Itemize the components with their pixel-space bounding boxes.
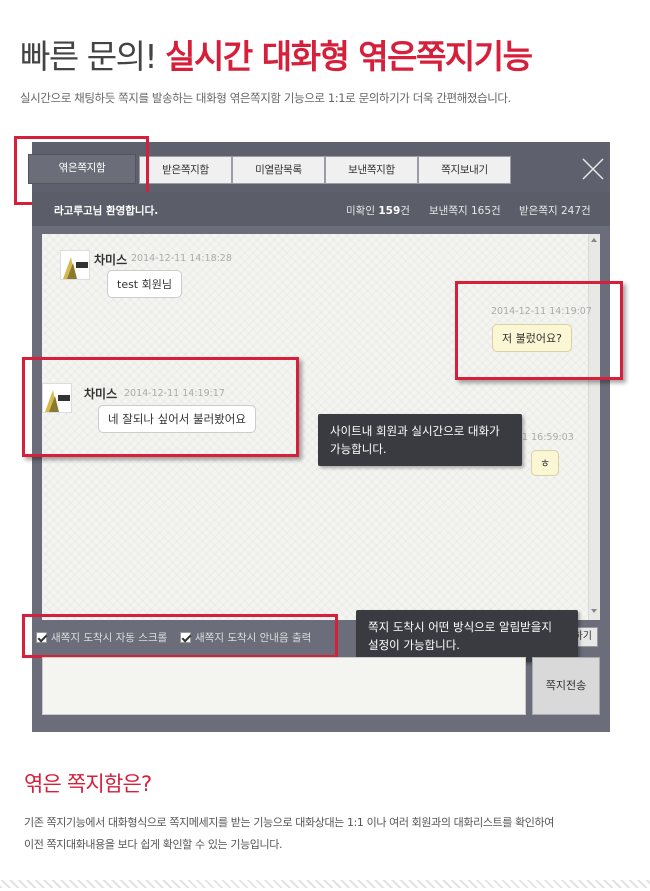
scroll-down-icon[interactable] <box>591 609 597 613</box>
option-autoscroll[interactable]: 새쪽지 도착시 자동 스크롤 <box>36 630 167 645</box>
message-input[interactable] <box>42 657 526 715</box>
section-title: 엮은 쪽지함은? <box>24 772 152 796</box>
page-subtitle: 실시간으로 채팅하듯 쪽지를 발송하는 대화형 엮은쪽지함 기능으로 1:1로 … <box>20 91 511 105</box>
callout-realtime: 사이트내 회원과 실시간으로 대화가 가능합니다. <box>318 414 522 466</box>
message-bubble: 네 잘되나 싶어서 불러봤어요 <box>98 405 256 433</box>
checkbox-checked-icon[interactable] <box>36 632 47 643</box>
message-time: 2014-12-11 14:19:07 <box>491 306 592 317</box>
page-title: 빠른 문의! 실시간 대화형 엮은쪽지기능 <box>20 30 533 78</box>
message-bubble: test 회원님 <box>107 270 182 298</box>
avatar <box>42 383 72 413</box>
avatar-logo-icon <box>61 251 89 279</box>
message-time: 11 16:59:03 <box>516 432 574 443</box>
sent-count: 보낸쪽지 165건 <box>429 205 501 217</box>
received-count: 받은쪽지 247건 <box>519 205 591 217</box>
message-time: 2014-12-11 14:19:17 <box>124 388 225 399</box>
unread-count: 미확인 159건 <box>346 205 410 217</box>
section-description: 기존 쪽지기능에서 대화형식으로 쪽지메세지를 받는 기능으로 대화상대는 1:… <box>24 816 554 851</box>
avatar-logo-icon <box>43 384 71 412</box>
tab-compose[interactable]: 쪽지보내기 <box>418 156 511 184</box>
callout-notify: 쪽지 도착시 어떤 방식으로 알림받을지 설정이 가능합니다. <box>356 610 578 662</box>
message-time: 2014-12-11 14:18:28 <box>131 253 232 264</box>
option-notice-sound[interactable]: 새쪽지 도착시 안내음 출력 <box>180 630 311 645</box>
message-sender: 차미스 <box>84 387 118 401</box>
avatar <box>60 250 90 280</box>
scroll-up-icon[interactable] <box>591 238 597 242</box>
divider <box>0 880 650 888</box>
tab-sent[interactable]: 보낸쪽지함 <box>325 156 418 184</box>
message-bubble-mine: 저 불렀어요? <box>492 324 572 352</box>
close-icon[interactable] <box>578 154 608 184</box>
welcome-text: 라고루고님 환영합니다. <box>54 205 159 217</box>
message-sender: 차미스 <box>94 253 128 267</box>
title-highlight: 실시간 대화형 엮은쪽지기능 <box>165 37 533 76</box>
send-button[interactable]: 쪽지전송 <box>532 657 600 715</box>
tab-received[interactable]: 받은쪽지함 <box>139 156 232 184</box>
tab-unread[interactable]: 미열람목록 <box>232 156 325 184</box>
checkbox-checked-icon[interactable] <box>180 632 191 643</box>
title-light: 빠른 문의! <box>20 37 158 76</box>
message-bubble-mine: ㅎ <box>531 450 560 476</box>
